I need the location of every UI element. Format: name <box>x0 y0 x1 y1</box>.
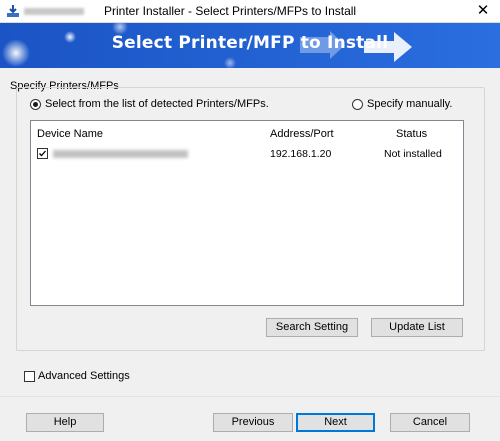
search-setting-button[interactable]: Search Setting <box>266 318 358 337</box>
header-banner: Select Printer/MFP to Install <box>0 23 500 68</box>
window-title: Printer Installer - Select Printers/MFPs… <box>104 4 357 18</box>
title-bar: Printer Installer - Select Printers/MFPs… <box>0 0 500 23</box>
advanced-settings-option[interactable]: Advanced Settings <box>24 370 130 382</box>
cancel-button[interactable]: Cancel <box>390 413 470 432</box>
update-list-button[interactable]: Update List <box>371 318 463 337</box>
radio-detected[interactable] <box>30 98 41 110</box>
radio-manual-option[interactable]: Specify manually. <box>352 98 452 110</box>
close-icon[interactable]: ✕ <box>472 1 494 21</box>
row-checkbox[interactable] <box>37 148 48 159</box>
column-status[interactable]: Status <box>396 128 427 140</box>
next-button[interactable]: Next <box>296 413 375 432</box>
footer-separator <box>0 396 500 397</box>
advanced-settings-label: Advanced Settings <box>38 370 130 382</box>
radio-detected-option[interactable]: Select from the list of detected Printer… <box>30 98 269 110</box>
advanced-settings-checkbox[interactable] <box>24 370 35 382</box>
checkmark-icon <box>39 150 46 157</box>
radio-manual[interactable] <box>352 98 363 110</box>
banner-title: Select Printer/MFP to Install <box>111 33 389 53</box>
help-button[interactable]: Help <box>26 413 104 432</box>
column-device-name[interactable]: Device Name <box>37 128 103 140</box>
device-name-redacted <box>53 150 188 158</box>
column-address-port[interactable]: Address/Port <box>270 128 334 140</box>
radio-manual-label: Specify manually. <box>367 98 453 110</box>
printer-download-icon <box>7 5 19 17</box>
previous-button[interactable]: Previous <box>213 413 293 432</box>
radio-detected-label: Select from the list of detected Printer… <box>45 98 269 110</box>
device-status: Not installed <box>384 148 442 160</box>
title-blurred-prefix <box>24 8 84 15</box>
device-list[interactable]: Device Name Address/Port Status 192.168.… <box>30 120 464 306</box>
device-address: 192.168.1.20 <box>270 148 332 160</box>
